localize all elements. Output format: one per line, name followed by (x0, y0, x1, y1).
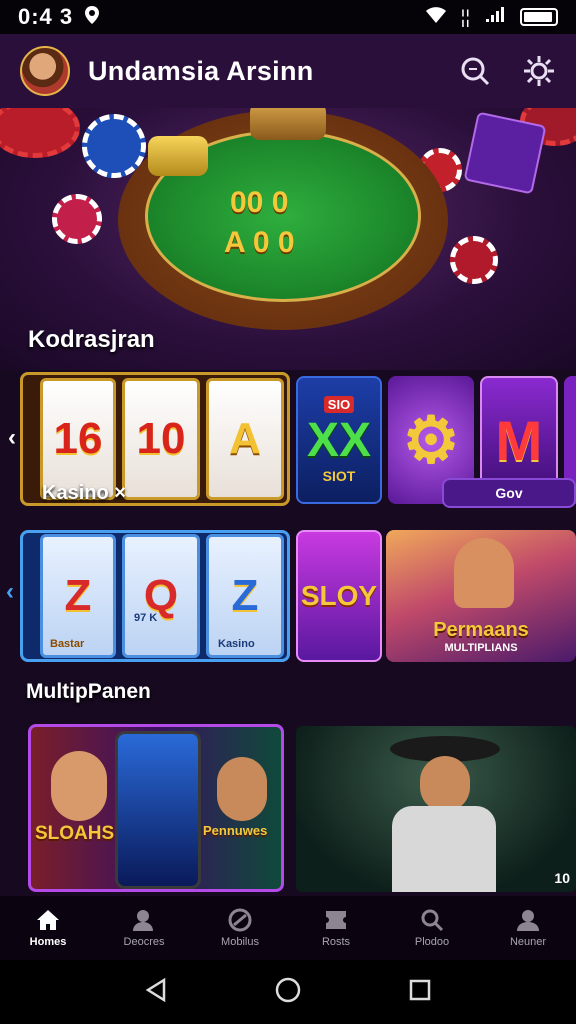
games-row-3: SLOAHS Pennuwes 10 (0, 722, 576, 894)
battery-icon (520, 8, 558, 26)
felt-numbers-1: 00 0 (230, 186, 289, 219)
slot-reel: A (206, 378, 284, 500)
signal-icon (484, 6, 506, 29)
game-tile-slot[interactable]: SLOY (296, 530, 382, 662)
nav-label: Neuner (509, 936, 547, 948)
promo-title: Permaans (433, 619, 529, 641)
character-figure (454, 538, 514, 608)
casino-chip (52, 194, 102, 244)
section-title: MultipPanen (26, 680, 151, 703)
user-plus-icon (133, 910, 153, 931)
tile-label: Pennuwes (203, 823, 268, 838)
slot-reel: Q (122, 534, 200, 658)
home-circle-icon[interactable] (274, 976, 302, 1009)
account-icon (517, 910, 539, 931)
character-figure (51, 751, 107, 821)
reel-label: Bastar (50, 638, 85, 650)
gold-chip-stack (148, 136, 208, 176)
multiplayer-tile[interactable]: SLOAHS Pennuwes (28, 724, 284, 892)
character-figure (217, 757, 267, 821)
badge: Gov (442, 478, 576, 508)
section-title: Kodrasjran (28, 326, 155, 353)
ticket-icon (326, 911, 346, 929)
promo-tile[interactable]: Permaans MULTIPLIANS (386, 530, 576, 662)
reel-symbol: Z (231, 571, 259, 620)
tile-main: XX (306, 414, 372, 467)
nav-item-neuner[interactable]: Neuner (480, 896, 576, 960)
app-bar: Undamsia Arsinn (0, 34, 576, 108)
back-icon[interactable] (142, 976, 170, 1009)
settings-button[interactable] (522, 54, 556, 88)
signal-text: ¦¦ (460, 6, 470, 27)
nav-label: Plodoo (414, 936, 450, 948)
nav-item-plodoo[interactable]: Plodoo (384, 896, 480, 960)
bottom-nav: Homes Deocres Mobilus Rosts Plodoo Neune… (0, 896, 576, 960)
nav-item-home[interactable]: Homes (0, 896, 96, 960)
search-icon (461, 57, 490, 86)
roulette-hub (250, 108, 326, 140)
avatar[interactable] (20, 46, 70, 96)
chevron-left-icon[interactable]: ‹ (8, 424, 16, 452)
tile-main: SLOY (300, 580, 378, 611)
games-row-2: Z Q Z Bastar 97 K Kasino SLOY Permaans M… (0, 528, 576, 664)
page-title: Undamsia Arsinn (88, 55, 314, 86)
recents-icon[interactable] (406, 976, 434, 1009)
promo-subtitle: MULTIPLIANS (444, 642, 518, 654)
gold-wheel-icon: ⚙ (402, 403, 460, 476)
slot-reel: 10 (122, 378, 200, 500)
nav-item-mobilus[interactable]: Mobilus (192, 896, 288, 960)
settings-icon (524, 56, 554, 86)
tile-sub: SIOT (322, 468, 356, 484)
live-dealer-tile[interactable]: 10 (296, 726, 576, 892)
reel-label: 97 K (134, 612, 158, 624)
clock: 0:4 3 (18, 4, 74, 29)
tile-main: M (495, 408, 543, 472)
slot-card (463, 111, 547, 195)
system-nav-bar (0, 960, 576, 1024)
casino-chip (0, 108, 80, 158)
section-title: Kasino × (42, 482, 126, 504)
felt-numbers-2: A 0 0 (224, 226, 295, 259)
wifi-icon (425, 6, 447, 29)
badge: 10 (554, 870, 570, 886)
tile-label: SLOAHS (35, 823, 115, 844)
tile-top: SIO (323, 396, 355, 413)
casino-chip (450, 236, 498, 284)
reel-label: Kasino (218, 638, 255, 650)
globe-icon (228, 908, 252, 932)
search-icon (421, 909, 444, 932)
nav-item-rosts[interactable]: Rosts (288, 896, 384, 960)
home-icon (37, 910, 59, 930)
location-icon (83, 5, 101, 30)
nav-label: Deocres (123, 936, 165, 948)
nav-item-deocres[interactable]: Deocres (96, 896, 192, 960)
chevron-left-icon[interactable]: ‹ (6, 578, 14, 606)
dealer-face (420, 756, 470, 812)
dealer-shirt (392, 806, 496, 892)
search-button[interactable] (458, 54, 492, 88)
status-bar: 0:4 3 ¦¦ (0, 0, 576, 34)
reel-symbol: Z (64, 571, 92, 620)
nav-label: Rosts (321, 936, 351, 948)
nav-label: Homes (29, 936, 67, 948)
game-tile-xx-slot[interactable]: SIO XX SIOT (296, 376, 382, 504)
nav-label: Mobilus (221, 936, 259, 948)
phone-graphic (115, 731, 201, 889)
